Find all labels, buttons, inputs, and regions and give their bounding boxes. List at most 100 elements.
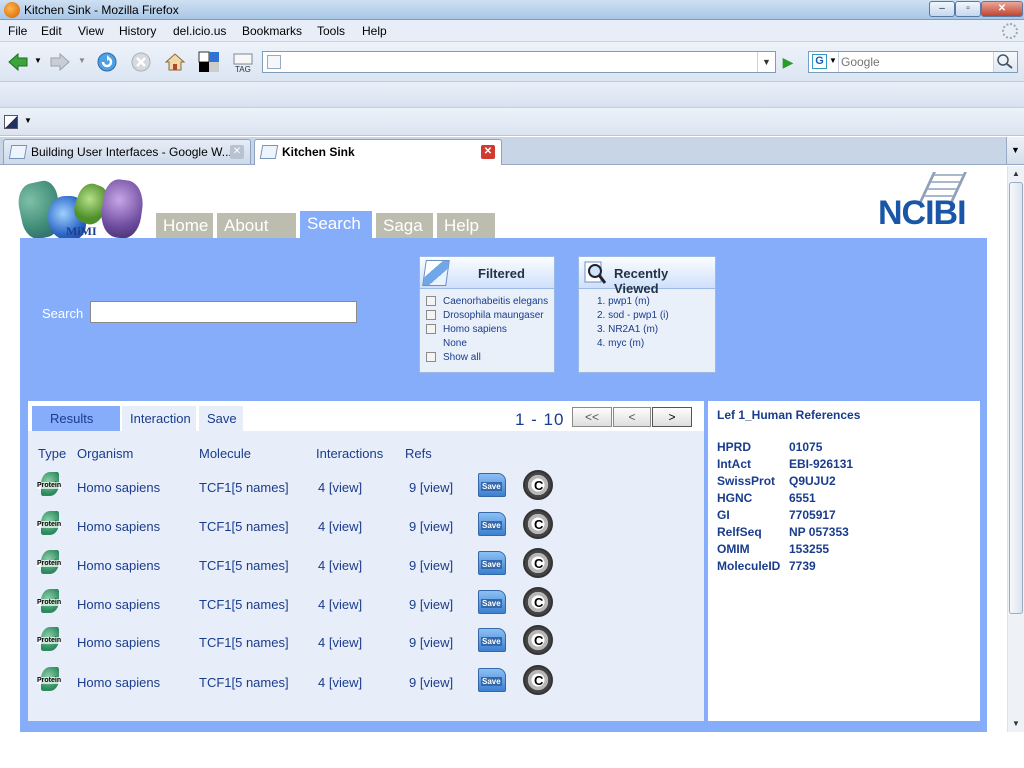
refs-link[interactable]: 9 [view] xyxy=(409,675,453,690)
menu-tools[interactable]: Tools xyxy=(317,24,345,38)
home-icon[interactable] xyxy=(163,50,187,74)
molecule-link[interactable]: TCF1[5 names] xyxy=(199,519,289,534)
vertical-scrollbar[interactable]: ▲ ▼ xyxy=(1007,166,1024,732)
interactions-link[interactable]: 4 [view] xyxy=(318,519,362,534)
checkbox[interactable] xyxy=(426,310,436,321)
refs-link[interactable]: 9 [view] xyxy=(409,558,453,573)
interactions-link[interactable]: 4 [view] xyxy=(318,480,362,495)
filter-option[interactable]: None xyxy=(426,338,467,349)
delicious-small-icon[interactable] xyxy=(4,115,18,129)
web-search-input[interactable] xyxy=(841,53,991,71)
close-tab-icon[interactable]: ✕ xyxy=(481,145,495,159)
recent-item[interactable]: 1. pwp1 (m) xyxy=(597,296,650,307)
checkbox[interactable] xyxy=(426,324,436,335)
save-folder-icon[interactable]: Save xyxy=(478,512,506,536)
save-folder-icon[interactable]: Save xyxy=(478,668,506,692)
interactions-link[interactable]: 4 [view] xyxy=(318,597,362,612)
menu-delicious[interactable]: del.icio.us xyxy=(173,24,226,38)
forward-icon[interactable] xyxy=(48,50,72,74)
molecule-link[interactable]: TCF1[5 names] xyxy=(199,675,289,690)
menu-edit[interactable]: Edit xyxy=(41,24,62,38)
close-window-button[interactable]: ✕ xyxy=(981,1,1023,17)
nav-tab-search[interactable]: Search xyxy=(300,211,372,238)
interactions-link[interactable]: 4 [view] xyxy=(318,558,362,573)
interactions-link[interactable]: 4 [view] xyxy=(318,675,362,690)
url-history-dropdown[interactable]: ▼ xyxy=(757,52,775,72)
save-folder-icon[interactable]: Save xyxy=(478,551,506,575)
reference-value[interactable]: 153255 xyxy=(789,542,829,556)
go-button[interactable]: ▶ xyxy=(779,53,797,71)
interactions-link[interactable]: 4 [view] xyxy=(318,635,362,650)
molecule-link[interactable]: TCF1[5 names] xyxy=(199,635,289,650)
minimize-button[interactable]: – xyxy=(929,1,955,17)
tab-kitchen-sink[interactable]: Kitchen Sink ✕ xyxy=(254,139,502,165)
checkbox[interactable] xyxy=(426,296,436,307)
tab-list-button[interactable]: ▼ xyxy=(1006,137,1024,164)
refs-link[interactable]: 9 [view] xyxy=(409,597,453,612)
menu-file[interactable]: File xyxy=(8,24,27,38)
menu-help[interactable]: Help xyxy=(362,24,387,38)
reload-icon[interactable] xyxy=(95,50,119,74)
recent-item[interactable]: 3. NR2A1 (m) xyxy=(597,324,658,335)
nav-tab-home[interactable]: Home xyxy=(156,213,213,238)
molecule-link[interactable]: TCF1[5 names] xyxy=(199,597,289,612)
search-go-button[interactable] xyxy=(993,52,1017,72)
reference-value[interactable]: EBI-926131 xyxy=(789,457,853,471)
filter-option[interactable]: Homo sapiens xyxy=(426,324,507,335)
save-folder-icon[interactable]: Save xyxy=(478,590,506,614)
pager-next-button[interactable]: > xyxy=(652,407,692,427)
menu-view[interactable]: View xyxy=(78,24,104,38)
reference-value[interactable]: 7739 xyxy=(789,559,816,573)
reference-value[interactable]: NP 057353 xyxy=(789,525,849,539)
save-folder-icon[interactable]: Save xyxy=(478,628,506,652)
scroll-up-icon[interactable]: ▲ xyxy=(1008,166,1024,182)
tab-results[interactable]: Results xyxy=(32,406,120,431)
url-bar[interactable]: ▼ xyxy=(262,51,776,73)
checkbox[interactable] xyxy=(426,352,436,363)
recent-item[interactable]: 4. myc (m) xyxy=(597,338,644,349)
search-engine-selector[interactable]: G ▼ xyxy=(809,52,839,72)
forward-history-icon[interactable]: ▼ xyxy=(78,56,86,65)
stop-icon[interactable] xyxy=(129,50,153,74)
menu-bookmarks[interactable]: Bookmarks xyxy=(242,24,302,38)
mimi-logo[interactable]: MiMI xyxy=(14,177,146,242)
menu-history[interactable]: History xyxy=(119,24,156,38)
reference-value[interactable]: Q9UJU2 xyxy=(789,474,836,488)
filter-option[interactable]: Caenorhabeitis elegans xyxy=(426,296,548,307)
back-history-icon[interactable]: ▼ xyxy=(34,56,42,65)
citation-disc-icon[interactable]: C xyxy=(523,587,553,617)
reference-value[interactable]: 7705917 xyxy=(789,508,836,522)
pager-first-button[interactable]: << xyxy=(572,407,612,427)
nav-tab-saga[interactable]: Saga xyxy=(376,213,433,238)
filter-option[interactable]: Show all xyxy=(426,352,481,363)
molecule-link[interactable]: TCF1[5 names] xyxy=(199,480,289,495)
reference-value[interactable]: 6551 xyxy=(789,491,816,505)
tab-building-user-interfaces[interactable]: Building User Interfaces - Google W... ✕ xyxy=(3,139,251,164)
ncibi-logo[interactable]: NCIBI xyxy=(876,172,988,234)
refs-link[interactable]: 9 [view] xyxy=(409,480,453,495)
tab-save[interactable]: Save xyxy=(199,406,243,431)
delicious-icon[interactable] xyxy=(197,50,221,74)
scroll-down-icon[interactable]: ▼ xyxy=(1008,716,1024,732)
save-folder-icon[interactable]: Save xyxy=(478,473,506,497)
nav-tab-about[interactable]: About xyxy=(217,213,296,238)
refs-link[interactable]: 9 [view] xyxy=(409,635,453,650)
citation-disc-icon[interactable]: C xyxy=(523,548,553,578)
close-tab-icon[interactable]: ✕ xyxy=(230,145,244,159)
delicious-dropdown-icon[interactable]: ▼ xyxy=(24,116,32,125)
tag-icon[interactable]: TAG xyxy=(231,50,255,74)
molecule-search-input[interactable] xyxy=(90,301,357,323)
reference-value[interactable]: 01075 xyxy=(789,440,822,454)
citation-disc-icon[interactable]: C xyxy=(523,625,553,655)
tab-interaction[interactable]: Interaction xyxy=(122,406,196,431)
back-icon[interactable] xyxy=(6,50,30,74)
maximize-button[interactable]: ▫ xyxy=(955,1,981,17)
citation-disc-icon[interactable]: C xyxy=(523,665,553,695)
molecule-link[interactable]: TCF1[5 names] xyxy=(199,558,289,573)
pager-prev-button[interactable]: < xyxy=(613,407,651,427)
filter-option[interactable]: Drosophila maungaser xyxy=(426,310,544,321)
recent-item[interactable]: 2. sod - pwp1 (i) xyxy=(597,310,669,321)
refs-link[interactable]: 9 [view] xyxy=(409,519,453,534)
nav-tab-help[interactable]: Help xyxy=(437,213,495,238)
scroll-thumb[interactable] xyxy=(1009,182,1023,614)
